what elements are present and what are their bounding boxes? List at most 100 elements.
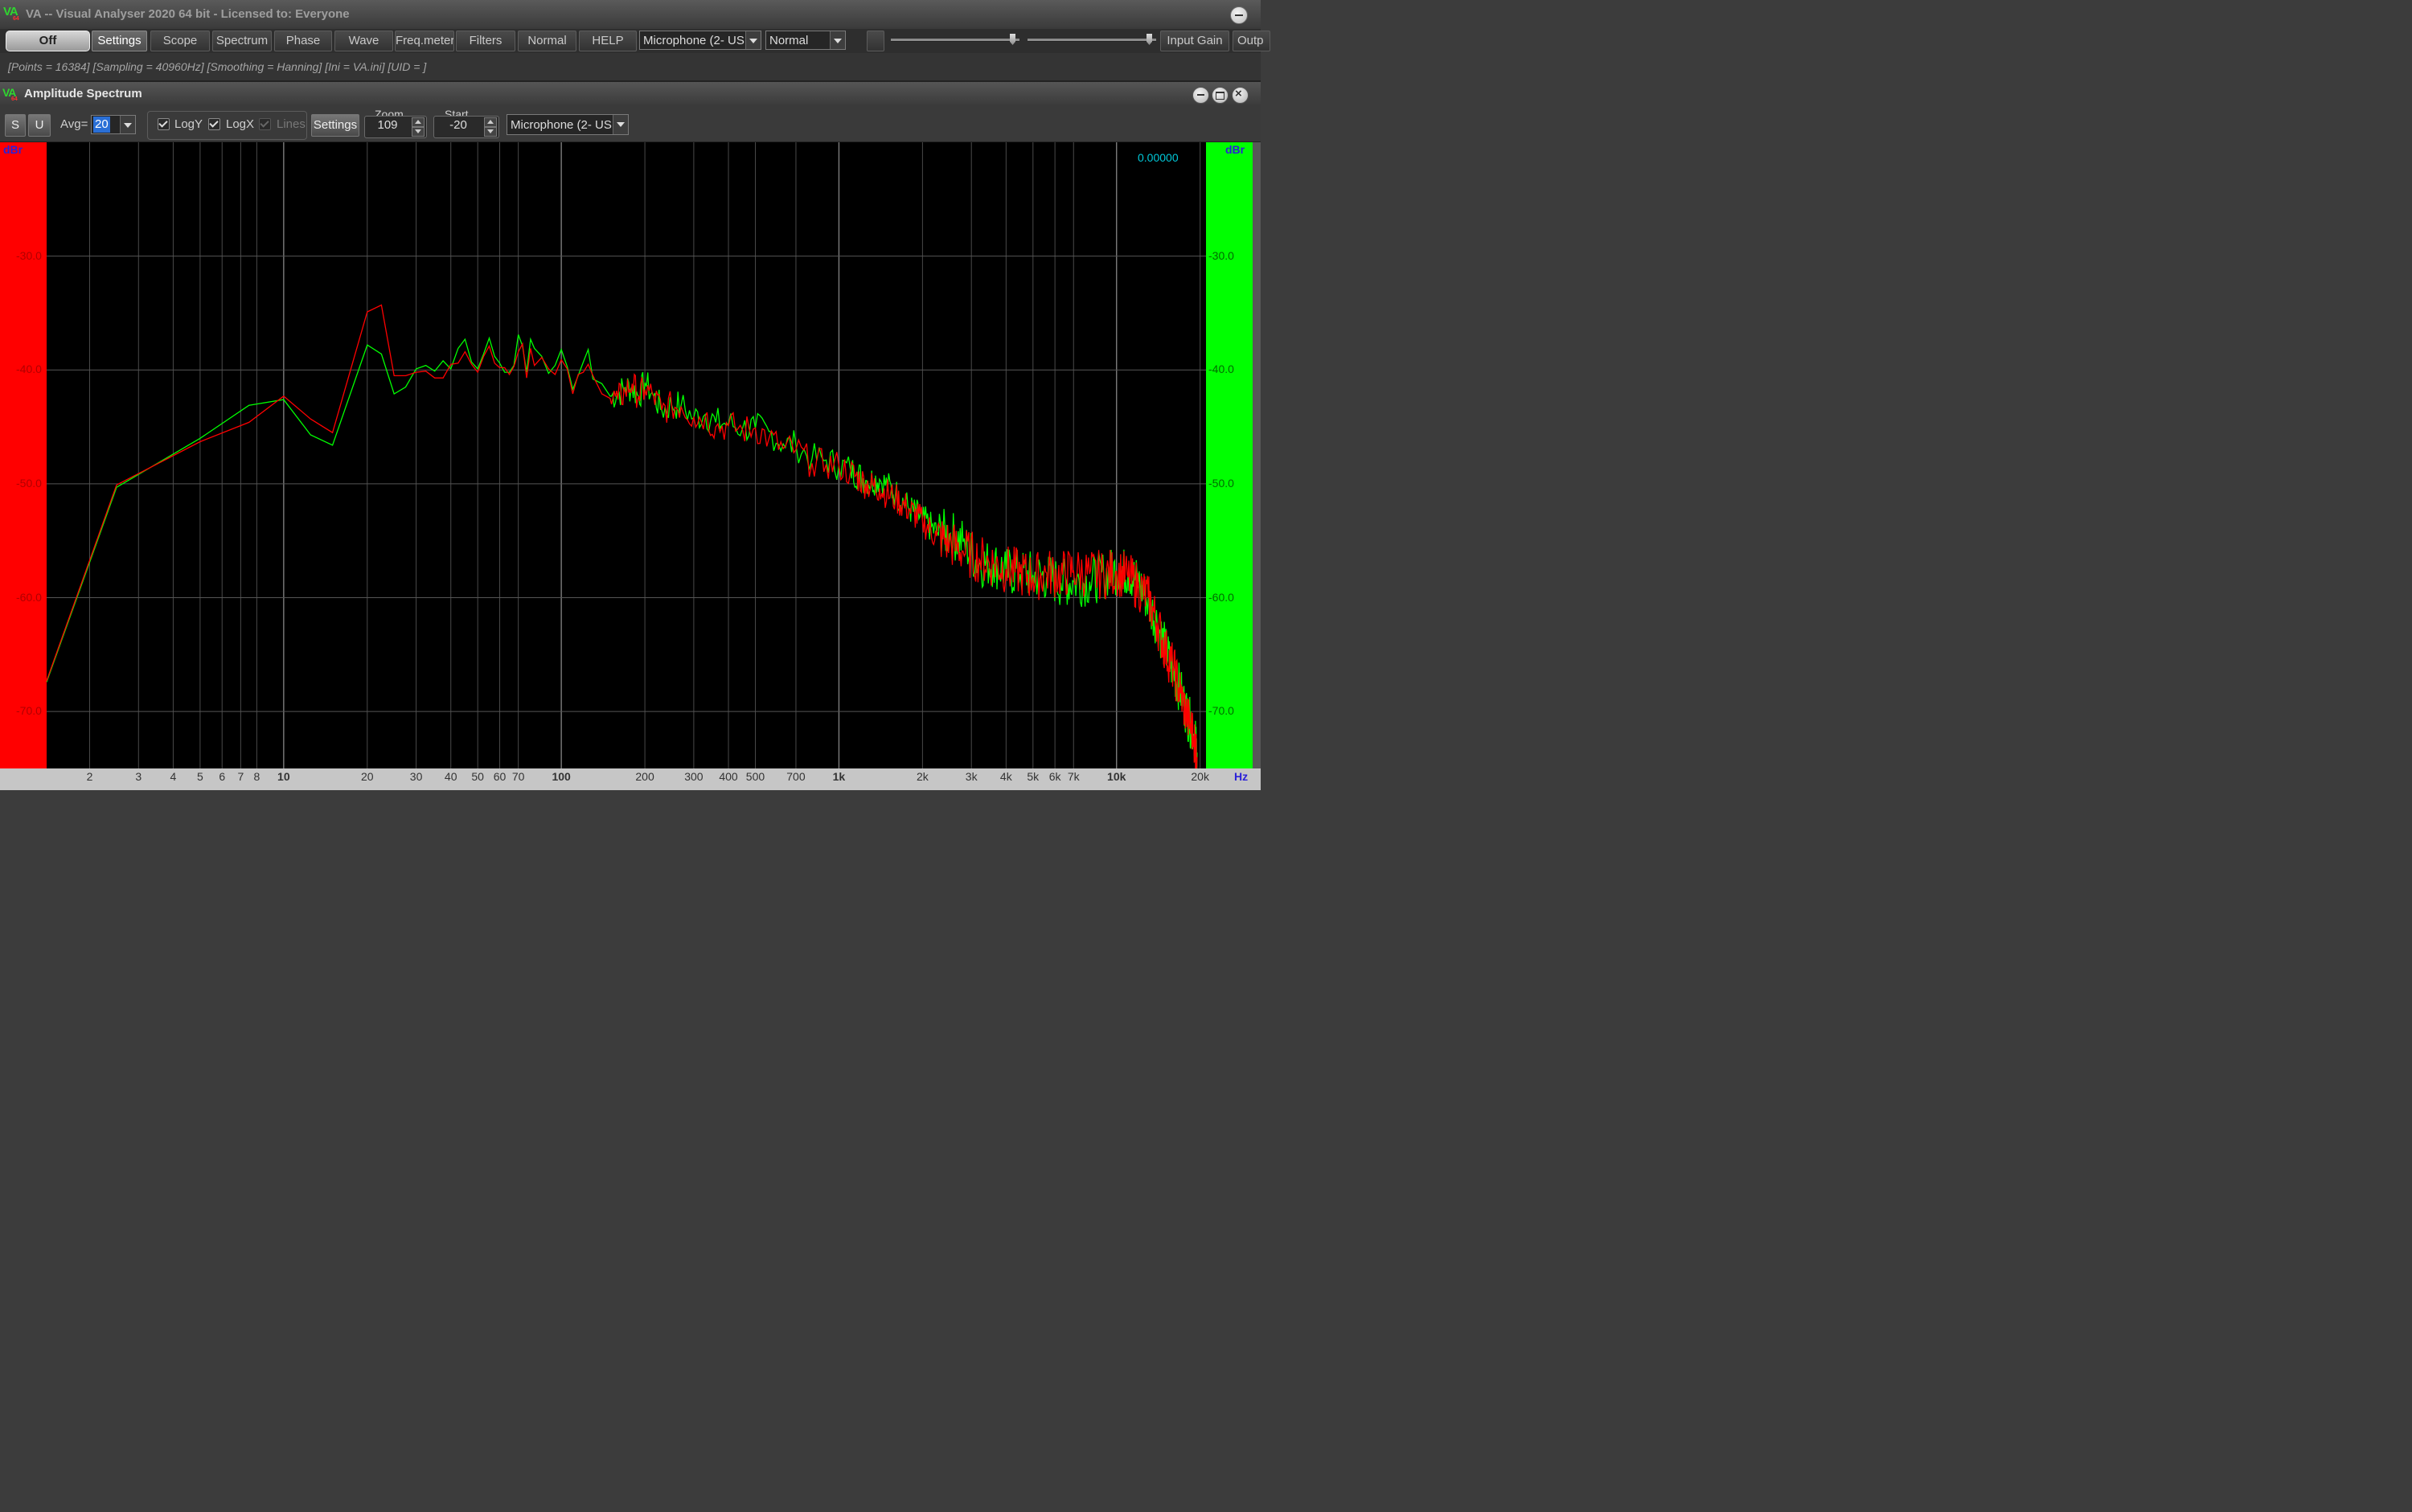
- toolbar-spacer-button[interactable]: [867, 31, 884, 51]
- logx-checkbox[interactable]: [208, 118, 220, 130]
- logx-label: LogX: [226, 117, 255, 131]
- x-tick-label: 20: [360, 770, 374, 783]
- y-unit-right: dBr: [1225, 143, 1245, 156]
- spectrum-button[interactable]: Spectrum: [212, 31, 272, 51]
- minimize-icon[interactable]: [1230, 6, 1248, 24]
- freq-meter-button[interactable]: Freq.meter: [395, 31, 454, 51]
- help-button[interactable]: HELP: [579, 31, 637, 51]
- minimize-icon[interactable]: [1192, 87, 1209, 104]
- spectrum-settings-button[interactable]: Settings: [311, 114, 359, 137]
- status-bar: [Points = 16384] [Sampling = 40960Hz] [S…: [0, 53, 1261, 82]
- x-tick-label: 100: [552, 770, 571, 783]
- right-gain-slider[interactable]: [1028, 34, 1156, 50]
- x-tick-label: 70: [511, 770, 525, 783]
- u-button[interactable]: U: [28, 114, 51, 137]
- x-tick-label: 60: [493, 770, 507, 783]
- spin-up-icon[interactable]: [412, 117, 425, 127]
- left-gain-slider[interactable]: [891, 34, 1019, 50]
- x-tick-label: 300: [684, 770, 704, 783]
- x-tick-label: 5k: [1027, 770, 1040, 783]
- x-tick-label: 50: [471, 770, 484, 783]
- x-tick-label: 500: [745, 770, 765, 783]
- x-tick-label: 40: [444, 770, 457, 783]
- y-tick-label-left: -50.0: [16, 476, 42, 490]
- x-tick-label: 7k: [1067, 770, 1080, 783]
- x-tick-label: 7: [237, 770, 244, 783]
- filters-button[interactable]: Filters: [456, 31, 515, 51]
- zoom-spinner[interactable]: 109: [364, 116, 427, 138]
- y-tick-label-right: -40.0: [1208, 363, 1234, 376]
- x-tick-label: 3: [135, 770, 142, 783]
- settings-button[interactable]: Settings: [92, 31, 147, 51]
- left-y-axis: [0, 142, 47, 768]
- y-unit-left: dBr: [3, 143, 23, 156]
- x-tick-label: 200: [635, 770, 654, 783]
- x-tick-label: 3k: [965, 770, 978, 783]
- x-tick-label: 4k: [999, 770, 1012, 783]
- spectrum-device-value: Microphone (2- USB: [511, 118, 612, 132]
- spectrum-window-title: Amplitude Spectrum: [24, 87, 142, 100]
- y-tick-label-right: -70.0: [1208, 704, 1234, 718]
- logy-label: LogY: [174, 117, 203, 131]
- main-toolbar: Off Settings Scope Spectrum Phase Wave F…: [0, 29, 1270, 53]
- spectrum-series-line: [46, 304, 1198, 779]
- app-title-bar: VA 64 VA -- Visual Analyser 2020 64 bit …: [0, 0, 1261, 29]
- lines-checkbox[interactable]: [259, 118, 271, 130]
- logy-checkbox[interactable]: [158, 118, 170, 130]
- maximize-icon[interactable]: [1212, 87, 1229, 104]
- input-device-select[interactable]: Microphone (2- USB: [639, 31, 761, 50]
- mode-select[interactable]: Normal: [765, 31, 846, 50]
- chevron-down-icon[interactable]: [745, 31, 761, 49]
- input-gain-button[interactable]: Input Gain: [1160, 31, 1229, 51]
- normal-button[interactable]: Normal: [518, 31, 576, 51]
- x-tick-label: 8: [253, 770, 260, 783]
- spectrum-logo-icon: VA 64: [2, 86, 20, 104]
- slider-track: [1028, 39, 1156, 42]
- start-spinner[interactable]: -20: [433, 116, 499, 138]
- wave-button[interactable]: Wave: [334, 31, 393, 51]
- chevron-down-icon[interactable]: [613, 115, 628, 134]
- x-tick-label: 2: [86, 770, 93, 783]
- x-tick-label: 20k: [1191, 770, 1209, 783]
- s-button[interactable]: S: [5, 114, 26, 137]
- close-icon[interactable]: ×: [1232, 87, 1249, 104]
- zoom-value: 109: [377, 118, 398, 132]
- output-button[interactable]: Outp: [1233, 31, 1270, 51]
- slider-thumb[interactable]: [1147, 34, 1152, 45]
- x-tick-label: 1k: [832, 770, 846, 783]
- spectrum-plot[interactable]: [46, 142, 1206, 779]
- spectrum-logo-sub: 64: [11, 96, 18, 102]
- x-tick-label: 6k: [1048, 770, 1061, 783]
- x-tick-label: 10: [277, 770, 290, 783]
- avg-value: 20: [93, 117, 110, 133]
- slider-track: [891, 39, 1019, 42]
- avg-select[interactable]: 20: [91, 115, 136, 134]
- x-tick-label: 5: [196, 770, 203, 783]
- app-logo-sub: 64: [13, 16, 19, 22]
- app-logo-icon: VA 64: [3, 5, 21, 24]
- spin-up-icon[interactable]: [484, 117, 497, 127]
- spectrum-toolbar: S U Avg= 20 LogY LogX Lines Settings Zoo…: [0, 106, 1261, 142]
- avg-label: Avg=: [60, 117, 88, 131]
- off-button[interactable]: Off: [6, 31, 90, 51]
- y-tick-label-left: -30.0: [16, 248, 42, 262]
- mode-value: Normal: [769, 34, 809, 47]
- cursor-readout: 0.00000: [1138, 151, 1179, 164]
- phase-button[interactable]: Phase: [274, 31, 332, 51]
- app-title: VA -- Visual Analyser 2020 64 bit - Lice…: [26, 7, 350, 21]
- x-tick-label: 30: [409, 770, 423, 783]
- x-tick-label: 700: [786, 770, 806, 783]
- spin-down-icon[interactable]: [484, 127, 497, 137]
- x-tick-label: 6: [219, 770, 226, 783]
- y-tick-label-left: -70.0: [16, 704, 42, 718]
- status-text: [Points = 16384] [Sampling = 40960Hz] [S…: [8, 60, 427, 73]
- spin-down-icon[interactable]: [412, 127, 425, 137]
- scope-button[interactable]: Scope: [150, 31, 210, 51]
- y-tick-label-left: -40.0: [16, 363, 42, 376]
- slider-thumb[interactable]: [1010, 34, 1015, 45]
- x-unit: Hz: [1234, 770, 1249, 783]
- chevron-down-icon[interactable]: [120, 116, 135, 133]
- y-tick-label-right: -60.0: [1208, 590, 1234, 604]
- chevron-down-icon[interactable]: [830, 31, 845, 49]
- spectrum-device-select[interactable]: Microphone (2- USB: [507, 114, 629, 135]
